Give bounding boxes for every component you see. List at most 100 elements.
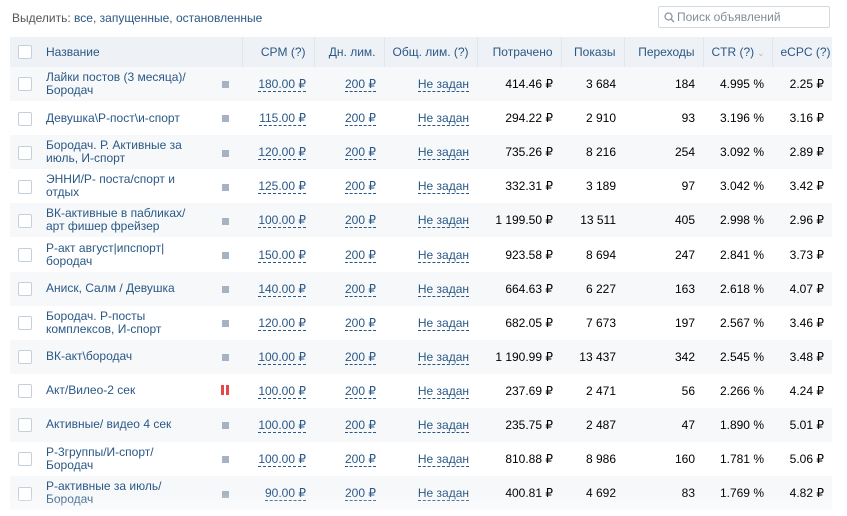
row-checkbox[interactable] [18,316,32,331]
pause-icon[interactable] [220,384,230,398]
column-clicks[interactable]: Переходы [623,37,703,67]
cpm-edit-link[interactable]: 100.00 ₽ [258,213,306,229]
total-limit-edit-link[interactable]: Не задан [417,213,469,229]
select-running-link[interactable]: запущенные [100,11,170,25]
column-day-limit[interactable]: Дн. лим. [313,37,384,67]
stop-icon[interactable] [221,285,229,293]
table-row[interactable]: Девушка\Р-пост\и-спорт 115.00 ₽ 200 ₽ Не за… [10,101,832,136]
table-row[interactable]: Р-акт август|ипспорт| бородач 150.00 ₽ 200… [10,237,832,272]
day-limit-edit-link[interactable]: 200 ₽ [345,247,376,263]
total-limit-edit-link[interactable]: Не задан [417,179,469,195]
cpm-edit-link[interactable]: 100.00 ₽ [258,349,306,365]
total-limit-edit-link[interactable]: Не задан [417,315,469,331]
select-all-checkbox[interactable] [18,45,32,60]
total-limit-edit-link[interactable]: Не задан [417,281,469,297]
table-row[interactable]: Аниск, Салм / Девушка 140.00 ₽ 200 ₽ Не зад… [10,271,832,306]
day-limit-edit-link[interactable]: 200 ₽ [345,315,376,331]
day-limit-edit-link[interactable]: 200 ₽ [345,349,376,365]
select-stopped-link[interactable]: остановленные [176,11,262,25]
cpm-edit-link[interactable]: 120.00 ₽ [258,315,306,331]
stop-icon[interactable] [221,490,229,498]
day-limit-edit-link[interactable]: 200 ₽ [345,111,376,127]
day-limit-edit-link[interactable]: 200 ₽ [345,281,376,297]
stop-icon[interactable] [221,320,229,328]
day-limit-edit-link[interactable]: 200 ₽ [345,213,376,229]
column-cpm[interactable]: CPM (?) [241,37,314,67]
row-checkbox[interactable] [18,179,32,194]
table-row[interactable]: Лайки постов (3 месяца)/ Бородач 180.00 ₽… [10,67,832,102]
row-checkbox[interactable] [18,350,32,365]
stop-icon[interactable] [221,183,229,191]
ad-name-link[interactable]: Девушка\Р-пост\и-спорт [40,101,208,135]
row-checkbox[interactable] [18,145,32,160]
table-row[interactable]: ВК-активные в пабликах/ арт фишер фрейзе… [10,203,832,238]
ad-name-link[interactable]: Р-активные за июль/ Бородач [40,476,208,510]
table-row[interactable]: Активные/ видео 4 сек 100.00 ₽ 200 ₽ Не зад… [10,407,832,443]
total-limit-edit-link[interactable]: Не задан [417,417,469,433]
total-limit-edit-link[interactable]: Не задан [417,452,469,468]
row-checkbox[interactable] [18,77,32,92]
row-checkbox[interactable] [18,452,32,467]
column-name[interactable]: Название [40,37,208,67]
day-limit-edit-link[interactable]: 200 ₽ [345,486,376,502]
cpm-edit-link[interactable]: 125.00 ₽ [258,179,306,195]
cpm-edit-link[interactable]: 90.00 ₽ [265,486,306,502]
row-checkbox[interactable] [18,111,32,126]
table-row[interactable]: ЭННИ/Р- поста/спорт и отдых 125.00 ₽ 200 ₽… [10,169,832,204]
stop-icon[interactable] [221,217,229,225]
row-checkbox[interactable] [18,384,32,399]
column-spent[interactable]: Потрачено [476,37,561,67]
table-row[interactable]: Акт/Вилео-2 сек 100.00 ₽ 200 ₽ Не задан 237.… [10,373,832,408]
column-impressions[interactable]: Показы [560,37,624,67]
total-limit-edit-link[interactable]: Не задан [417,247,469,263]
total-limit-edit-link[interactable]: Не задан [417,77,469,93]
stop-icon[interactable] [221,354,229,362]
stop-icon[interactable] [221,456,229,464]
stop-icon[interactable] [221,115,229,123]
ad-name-link[interactable]: Бородач. Р. Активные за июль, И-спорт [40,135,208,169]
ad-name-link[interactable]: Р-акт август|ипспорт| бородач [40,237,208,271]
stop-icon[interactable] [221,81,229,89]
row-checkbox[interactable] [18,418,32,433]
cpm-edit-link[interactable]: 100.00 ₽ [258,417,306,433]
cpm-edit-link[interactable]: 100.00 ₽ [258,452,306,468]
ad-name-link[interactable]: Р-3группы/И-спорт/ Бородач [40,442,208,476]
search-input[interactable] [677,8,827,26]
day-limit-edit-link[interactable]: 200 ₽ [345,145,376,161]
table-row[interactable]: Р-активные за июль/ Бородач 90.00 ₽ 200 ₽ Н… [10,476,832,511]
total-limit-edit-link[interactable]: Не задан [417,111,469,127]
stop-icon[interactable] [221,251,229,259]
total-limit-edit-link[interactable]: Не задан [417,349,469,365]
total-limit-edit-link[interactable]: Не задан [417,145,469,161]
ad-name-link[interactable]: Акт/Вилео-2 сек [40,374,208,408]
table-row[interactable]: Р-3группы/И-спорт/ Бородач 100.00 ₽ 200 ₽ Н… [10,442,832,477]
cpm-edit-link[interactable]: 115.00 ₽ [259,111,306,127]
row-checkbox[interactable] [18,486,32,501]
row-checkbox[interactable] [18,213,32,228]
table-row[interactable]: Бородач. Р-посты комплексов, И-спорт 120.… [10,305,832,340]
cpm-edit-link[interactable]: 120.00 ₽ [258,145,306,161]
ad-name-link[interactable]: ВК-акт\бородач [40,340,208,374]
ad-name-link[interactable]: Лайки постов (3 месяца)/ Бородач [40,67,208,101]
stop-icon[interactable] [221,422,229,430]
day-limit-edit-link[interactable]: 200 ₽ [345,452,376,468]
search-box[interactable] [658,6,830,28]
cpm-edit-link[interactable]: 180.00 ₽ [258,77,306,93]
cpm-edit-link[interactable]: 140.00 ₽ [258,281,306,297]
day-limit-edit-link[interactable]: 200 ₽ [345,77,376,93]
ad-name-link[interactable]: ЭННИ/Р- поста/спорт и отдых [40,169,208,203]
select-all-link[interactable]: все [74,11,93,25]
ad-name-link[interactable]: Активные/ видео 4 сек [40,408,208,442]
day-limit-edit-link[interactable]: 200 ₽ [345,179,376,195]
ad-name-link[interactable]: Бородач. Р-посты комплексов, И-спорт [40,306,208,340]
row-checkbox[interactable] [18,247,32,262]
row-checkbox[interactable] [18,282,32,297]
cpm-edit-link[interactable]: 150.00 ₽ [258,247,306,263]
cpm-edit-link[interactable]: 100.00 ₽ [258,383,306,399]
column-ctr[interactable]: CTR (?) ⌄ [702,37,772,67]
stop-icon[interactable] [221,149,229,157]
column-total-limit[interactable]: Общ. лим. (?) [383,37,477,67]
column-ecpc[interactable]: eCPC (?) [771,37,832,67]
table-row[interactable]: Бородач. Р. Активные за июль, И-спорт 120… [10,135,832,170]
day-limit-edit-link[interactable]: 200 ₽ [345,383,376,399]
